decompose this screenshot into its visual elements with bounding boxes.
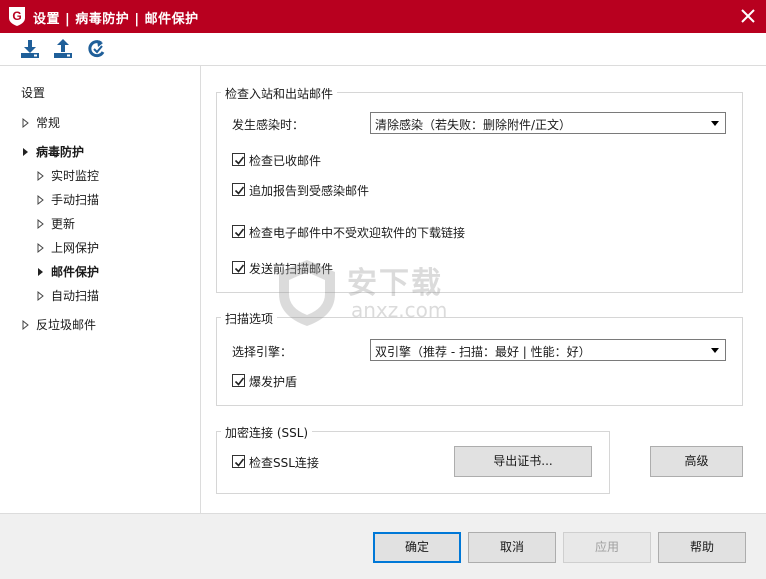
checkbox-label: 检查SSL连接 [249, 456, 319, 470]
sidebar-item-label: 自动扫描 [51, 289, 100, 303]
dialog-footer: 确定 取消 应用 帮助 [0, 513, 766, 579]
toolbar [0, 33, 766, 66]
checkbox-label: 检查已收邮件 [249, 154, 322, 168]
infection-action-label: 发生感染时： [232, 118, 305, 132]
svg-text:G: G [12, 9, 21, 23]
scan-options-title: 扫描选项 [221, 310, 278, 327]
apply-button[interactable]: 应用 [563, 532, 651, 563]
chevron-right-icon [36, 239, 46, 257]
chevron-right-icon [21, 316, 31, 334]
window-title: 设置 | 病毒防护 | 邮件保护 [33, 12, 199, 27]
settings-sidebar: 设置 常规 病毒防护 实时监控 手动扫描 更新 上网保护 邮件保护 自动扫描 反… [0, 66, 200, 513]
import-icon[interactable] [19, 38, 41, 60]
chevron-right-icon [36, 287, 46, 305]
checkbox-checked-icon [232, 153, 245, 166]
restore-icon[interactable] [86, 38, 108, 60]
gdata-logo-icon: G [7, 6, 27, 27]
sidebar-item-label: 更新 [51, 217, 76, 231]
chevron-selected-icon [36, 263, 46, 281]
checkbox-checked-icon [232, 225, 245, 238]
sidebar-item-label: 手动扫描 [51, 193, 100, 207]
ssl-group-title: 加密连接 (SSL) [221, 424, 313, 441]
inbound-group-title: 检查入站和出站邮件 [221, 85, 338, 102]
help-button[interactable]: 帮助 [658, 532, 746, 563]
chevron-right-icon [36, 167, 46, 185]
checkbox-checked-icon [232, 261, 245, 274]
sidebar-item-label: 上网保护 [51, 241, 100, 255]
sidebar-item-label: 反垃圾邮件 [36, 318, 97, 332]
export-certificate-button[interactable]: 导出证书... [454, 446, 592, 477]
sidebar-item-label: 常规 [36, 116, 61, 130]
chevron-expanded-icon [21, 143, 31, 161]
checkbox-label: 追加报告到受感染邮件 [249, 184, 370, 198]
sidebar-item-label: 实时监控 [51, 169, 100, 183]
sidebar-heading: 设置 [21, 86, 46, 100]
checkbox-label: 爆发护盾 [249, 375, 298, 389]
dropdown-arrow-icon [711, 121, 719, 126]
ok-button[interactable]: 确定 [373, 532, 461, 563]
sidebar-divider [200, 66, 201, 513]
chevron-right-icon [36, 191, 46, 209]
scan-options-group [216, 317, 743, 406]
export-icon[interactable] [52, 38, 74, 60]
checkbox-checked-icon [232, 183, 245, 196]
advanced-button[interactable]: 高级 [650, 446, 743, 477]
checkbox-checked-icon [232, 374, 245, 387]
chevron-right-icon [36, 215, 46, 233]
cancel-button[interactable]: 取消 [468, 532, 556, 563]
title-bar: G 设置 | 病毒防护 | 邮件保护 [0, 0, 766, 33]
checkbox-label: 发送前扫描邮件 [249, 262, 334, 276]
sidebar-item-label: 邮件保护 [51, 265, 100, 279]
dropdown-arrow-icon [711, 348, 719, 353]
checkbox-checked-icon [232, 455, 245, 468]
infection-action-value: 清除感染（若失败：删除附件/正文） [375, 118, 572, 132]
engine-value: 双引擎（推荐 - 扫描：最好 | 性能：好） [375, 345, 591, 359]
engine-label: 选择引擎： [232, 345, 293, 359]
chevron-right-icon [21, 114, 31, 132]
checkbox-label: 检查电子邮件中不受欢迎软件的下载链接 [249, 226, 466, 240]
infection-action-select[interactable]: 清除感染（若失败：删除附件/正文） [370, 112, 726, 134]
close-icon[interactable] [738, 6, 758, 26]
engine-select[interactable]: 双引擎（推荐 - 扫描：最好 | 性能：好） [370, 339, 726, 361]
sidebar-item-label: 病毒防护 [36, 145, 85, 159]
